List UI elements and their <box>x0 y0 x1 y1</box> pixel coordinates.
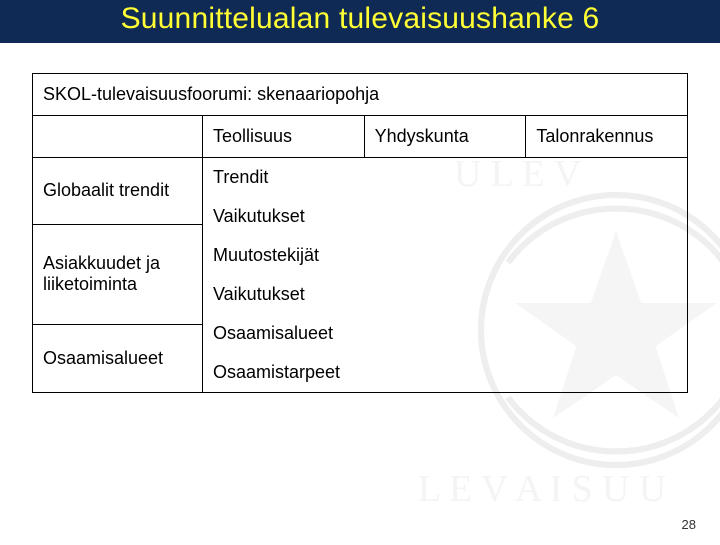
col-header-1: Teollisuus <box>203 115 365 157</box>
stack-item-osaamisalueet: Osaamisalueet <box>203 314 687 353</box>
header-empty <box>33 115 203 157</box>
page-number: 28 <box>682 517 696 532</box>
stack-item-vaikutukset-2: Vaikutukset <box>203 275 687 314</box>
slide-body: SKOL-tulevaisuusfoorumi: skenaariopohja … <box>0 43 720 393</box>
table-heading: SKOL-tulevaisuusfoorumi: skenaariopohja <box>33 73 688 115</box>
stack-item-trendit: Trendit <box>203 158 687 197</box>
col-header-2: Yhdyskunta <box>364 115 526 157</box>
row-label-asiakkuudet: Asiakkuudet ja liiketoiminta <box>33 224 203 325</box>
scenario-table: SKOL-tulevaisuusfoorumi: skenaariopohja … <box>32 73 688 393</box>
col-header-3: Talonrakennus <box>526 115 688 157</box>
svg-text:L E V A I S U U: L E V A I S U U <box>418 468 666 510</box>
stack-item-muutostekijat: Muutostekijät <box>203 236 687 275</box>
stack-item-osaamistarpeet: Osaamistarpeet <box>203 353 687 392</box>
slide-title: Suunnittelualan tulevaisuushanke 6 <box>0 0 720 43</box>
stack-item-vaikutukset-1: Vaikutukset <box>203 197 687 236</box>
row-label-osaamisalueet: Osaamisalueet <box>33 325 203 392</box>
row-label-global-trends: Globaalit trendit <box>33 157 203 224</box>
stack-cell: Trendit Vaikutukset Muutostekijät Vaikut… <box>203 157 688 392</box>
